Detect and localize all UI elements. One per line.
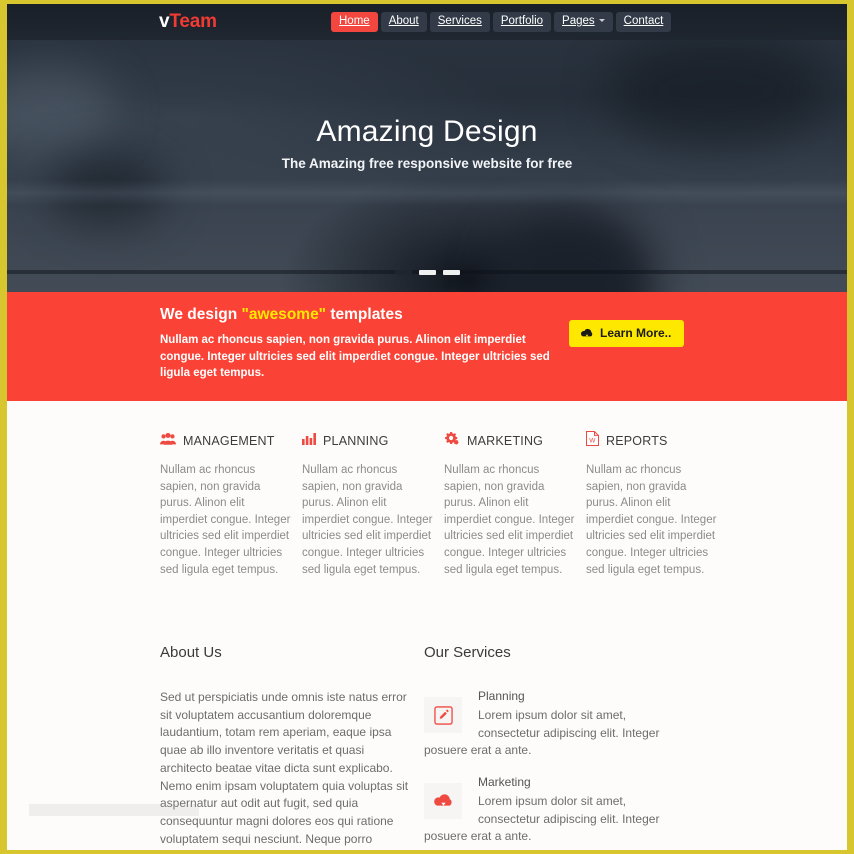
feature-planning-header: PLANNING <box>302 432 435 450</box>
feature-reports-header: W REPORTS <box>586 431 719 451</box>
slider-indicator-2[interactable] <box>418 270 436 275</box>
nav-label-about: About <box>388 15 419 27</box>
cta-text-block: We design "awesome" templates Nullam ac … <box>160 306 550 382</box>
logo-second-part: Team <box>169 11 217 32</box>
service-desc-planning-line3: posuere erat a ante. <box>424 743 532 758</box>
svg-text:W: W <box>589 437 596 444</box>
hero-photo-head-silhouette <box>494 210 656 292</box>
service-name-marketing: Marketing <box>478 775 531 789</box>
hero-photo-horizon <box>7 180 847 206</box>
chevron-down-icon <box>598 19 605 22</box>
word-file-icon: W <box>586 431 599 451</box>
nav-label-contact: Contact <box>623 15 664 27</box>
feature-reports: W REPORTS Nullam ac rhoncus sapien, non … <box>586 431 719 578</box>
learn-more-label: Learn More.. <box>600 326 672 340</box>
service-name-planning: Planning <box>478 689 525 703</box>
cta-title: We design "awesome" templates <box>160 306 550 324</box>
learn-more-button[interactable]: Learn More.. <box>569 320 685 347</box>
nav-item-home[interactable]: Home <box>331 12 378 32</box>
hero-subtitle: The Amazing free responsive website for … <box>281 156 573 171</box>
slider-indicator-3[interactable] <box>442 270 460 275</box>
users-icon <box>160 432 176 451</box>
feature-management-title: MANAGEMENT <box>183 434 275 448</box>
feature-columns: MANAGEMENT Nullam ac rhoncus sapien, non… <box>160 431 730 578</box>
service-item-planning[interactable]: Planning Lorem ipsum dolor sit amet, con… <box>424 689 684 763</box>
page-watermark <box>29 804 199 816</box>
feature-reports-title: REPORTS <box>606 434 668 448</box>
cloud-download-icon <box>580 328 594 339</box>
feature-planning-body: Nullam ac rhoncus sapien, non gravida pu… <box>302 464 433 576</box>
nav-item-services[interactable]: Services <box>429 12 490 32</box>
about-us-section: About Us Sed ut perspiciatis unde omnis … <box>160 644 410 850</box>
feature-marketing-header: MARKETING <box>444 431 577 451</box>
nav-label-portfolio: Portfolio <box>500 15 544 27</box>
service-desc-planning-line1: Lorem ipsum dolor sit amet, <box>478 708 627 722</box>
nav-item-about[interactable]: About <box>380 12 427 32</box>
feature-planning: PLANNING Nullam ac rhoncus sapien, non g… <box>302 432 435 578</box>
about-us-heading: About Us <box>160 644 222 661</box>
service-desc-marketing-line3: posuere erat a ante. <box>424 829 532 844</box>
feature-reports-body: Nullam ac rhoncus sapien, non gravida pu… <box>586 464 717 576</box>
call-to-action-band: We design "awesome" templates Nullam ac … <box>7 292 847 401</box>
feature-management: MANAGEMENT Nullam ac rhoncus sapien, non… <box>160 432 293 578</box>
slider-indicators[interactable] <box>7 270 847 275</box>
nav-label-pages: Pages <box>562 15 595 27</box>
nav-label-home: Home <box>339 15 370 27</box>
service-desc-marketing: Lorem ipsum dolor sit amet, consectetur … <box>424 793 684 846</box>
feature-planning-title: PLANNING <box>323 434 389 448</box>
service-item-marketing[interactable]: Marketing Lorem ipsum dolor sit amet, co… <box>424 775 684 849</box>
nav-label-services: Services <box>437 15 482 27</box>
nav-item-contact[interactable]: Contact <box>615 12 672 32</box>
page-frame: vTeam Home About Services Portfolio Page… <box>7 4 847 850</box>
cta-paragraph: Nullam ac rhoncus sapien, non gravida pu… <box>160 334 550 379</box>
our-services-heading: Our Services <box>424 644 511 661</box>
site-logo[interactable]: vTeam <box>159 11 217 33</box>
feature-marketing: MARKETING Nullam ac rhoncus sapien, non … <box>444 431 577 578</box>
our-services-section: Our Services Planning Lorem ipsum dolor … <box>424 644 684 850</box>
feature-marketing-title: MARKETING <box>467 434 544 448</box>
about-us-paragraph: Sed ut perspiciatis unde omnis iste natu… <box>160 690 409 850</box>
service-desc-marketing-line2: consectetur adipiscing elit. Integer <box>478 811 660 826</box>
slider-indicator-1[interactable] <box>394 270 412 275</box>
cta-title-highlight: "awesome" <box>241 306 327 323</box>
feature-management-body: Nullam ac rhoncus sapien, non gravida pu… <box>160 464 291 576</box>
logo-first-part: v <box>159 11 170 32</box>
feature-management-header: MANAGEMENT <box>160 432 293 450</box>
bar-chart-icon <box>302 432 316 450</box>
service-desc-planning: Lorem ipsum dolor sit amet, consectetur … <box>424 707 684 760</box>
main-menu[interactable]: Home About Services Portfolio Pages Cont… <box>331 12 672 32</box>
nav-item-pages[interactable]: Pages <box>554 12 613 32</box>
feature-marketing-body: Nullam ac rhoncus sapien, non gravida pu… <box>444 464 575 576</box>
gears-icon <box>444 431 460 451</box>
cloud-download-icon <box>424 783 462 819</box>
service-desc-planning-line2: consectetur adipiscing elit. Integer <box>478 725 660 740</box>
hero-title: Amazing Design <box>316 115 538 148</box>
hero-caption: Amazing Design The Amazing free responsi… <box>7 114 847 171</box>
cta-title-before: We design <box>160 306 242 323</box>
hero-slider: vTeam Home About Services Portfolio Page… <box>7 4 847 292</box>
service-desc-marketing-line1: Lorem ipsum dolor sit amet, <box>478 794 627 808</box>
cta-title-after: templates <box>326 306 403 323</box>
nav-item-portfolio[interactable]: Portfolio <box>492 12 552 32</box>
pencil-square-icon <box>424 697 462 733</box>
